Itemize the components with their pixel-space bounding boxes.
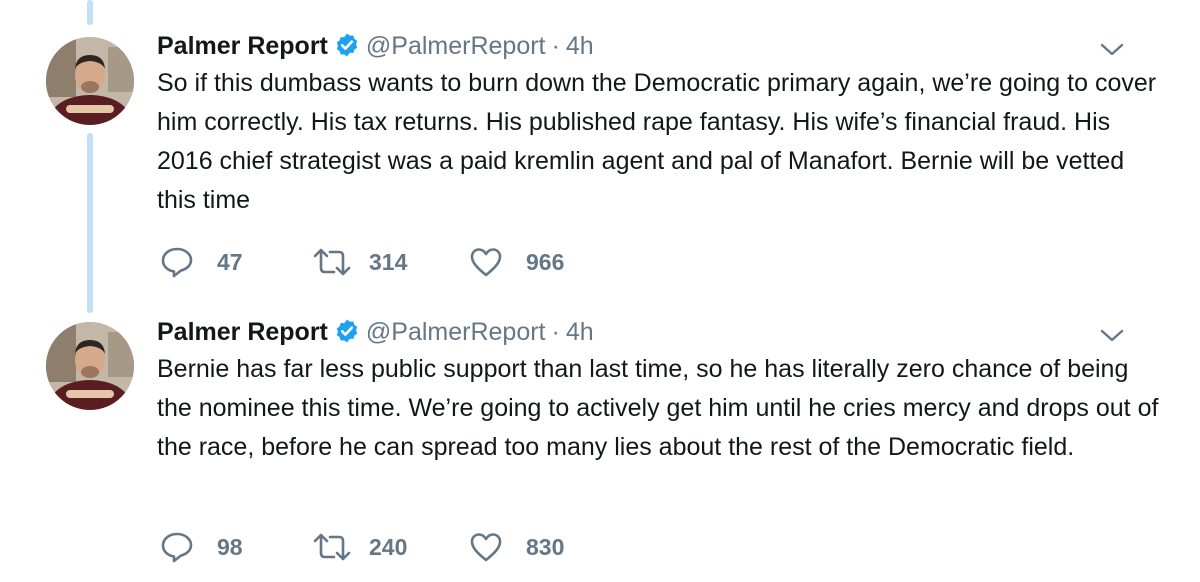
tweet-header: Palmer Report @PalmerReport · 4h (157, 31, 594, 61)
tweet[interactable]: Palmer Report @PalmerReport · 4h So if this… (0, 0, 1200, 290)
author-name[interactable]: Palmer Report (157, 318, 328, 346)
retweet-count: 314 (369, 249, 408, 275)
heart-icon (470, 533, 502, 562)
retweet-icon (313, 533, 351, 561)
verified-badge-icon (334, 32, 360, 58)
like-count: 966 (526, 249, 565, 275)
like-count: 830 (526, 534, 565, 560)
separator-dot: · (551, 318, 560, 346)
tweet[interactable]: Palmer Report @PalmerReport · 4h Bernie has… (0, 290, 1200, 580)
reply-count: 98 (217, 534, 243, 560)
heart-icon (470, 248, 502, 277)
tweet-text: So if this dumbass wants to burn down th… (157, 69, 1157, 214)
retweet-count: 240 (369, 534, 408, 560)
chevron-down-icon[interactable] (1099, 327, 1125, 345)
verified-badge-icon (334, 318, 360, 344)
tweet-header: Palmer Report @PalmerReport · 4h (157, 317, 594, 347)
chevron-down-icon[interactable] (1099, 41, 1125, 59)
author-handle[interactable]: @PalmerReport (366, 32, 546, 60)
timestamp[interactable]: 4h (566, 32, 594, 60)
author-handle[interactable]: @PalmerReport (366, 318, 546, 346)
tweet-text: Bernie has far less public support than … (157, 355, 1159, 461)
reply-icon (161, 532, 193, 563)
reply-icon (161, 247, 193, 278)
avatar[interactable] (46, 37, 134, 125)
avatar[interactable] (46, 322, 134, 410)
separator-dot: · (551, 32, 560, 60)
retweet-icon (313, 248, 351, 276)
timestamp[interactable]: 4h (566, 318, 594, 346)
author-name[interactable]: Palmer Report (157, 32, 328, 60)
reply-count: 47 (217, 249, 243, 275)
